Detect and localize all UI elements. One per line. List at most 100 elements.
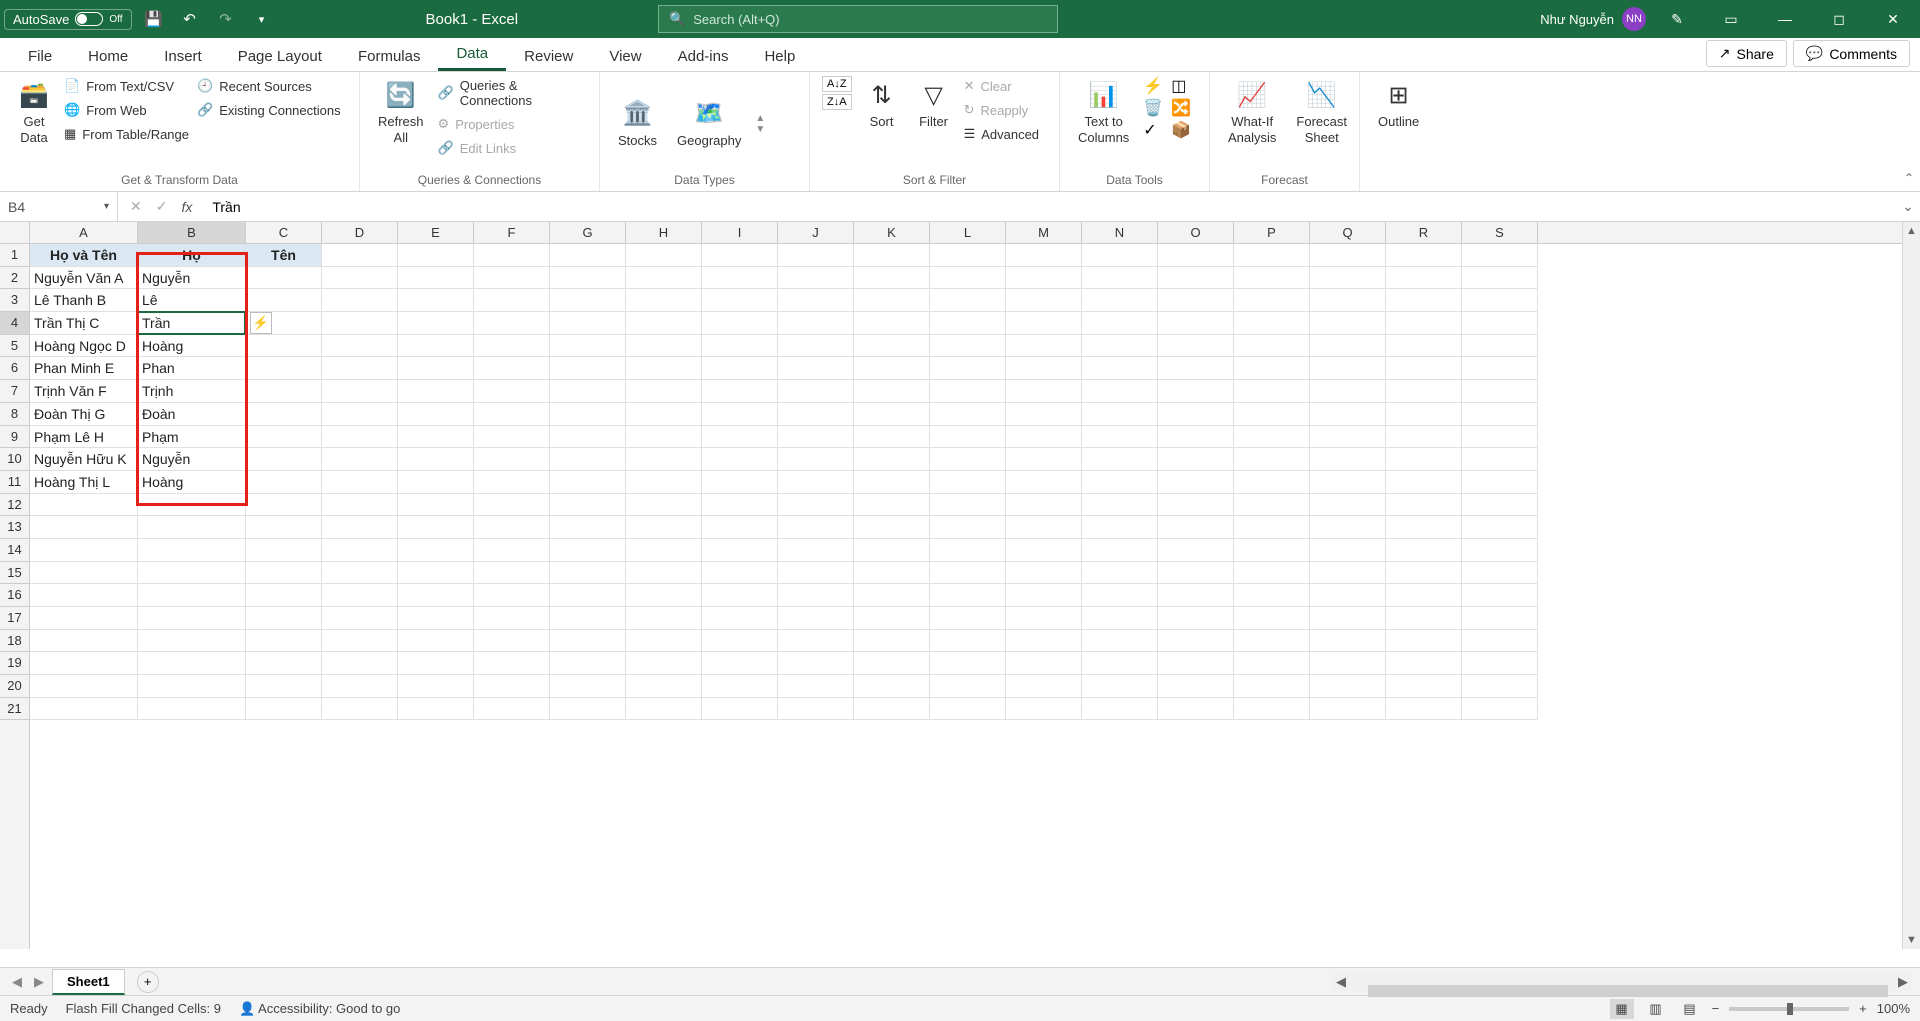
cell[interactable] [778,471,854,494]
cell[interactable] [1006,244,1082,267]
page-layout-view-icon[interactable]: ▥ [1644,999,1668,1019]
cell[interactable]: Trịnh [138,380,246,403]
cell[interactable] [1386,652,1462,675]
cell[interactable] [1158,584,1234,607]
cell[interactable] [1006,516,1082,539]
cell[interactable] [702,448,778,471]
cell[interactable] [854,448,930,471]
forecast-sheet-button[interactable]: 📉Forecast Sheet [1290,76,1353,149]
cell[interactable] [1462,380,1538,403]
cell[interactable] [778,357,854,380]
cell[interactable] [1082,335,1158,358]
cell[interactable] [1386,562,1462,585]
cell[interactable] [930,357,1006,380]
tab-insert[interactable]: Insert [146,42,220,71]
cell[interactable] [322,698,398,721]
cell[interactable] [626,675,702,698]
cell[interactable] [1158,471,1234,494]
remove-dup-icon[interactable]: 🗑️ [1143,98,1163,118]
cell[interactable] [1082,675,1158,698]
cell[interactable] [854,539,930,562]
cell[interactable] [1082,584,1158,607]
cell[interactable] [1158,380,1234,403]
cell[interactable] [930,289,1006,312]
cell[interactable] [246,698,322,721]
cell[interactable] [550,426,626,449]
filter-button[interactable]: ▽Filter [912,76,956,134]
row-header[interactable]: 10 [0,448,29,471]
cell[interactable] [398,244,474,267]
cell[interactable] [1234,584,1310,607]
cell[interactable]: Phạm [138,426,246,449]
row-header[interactable]: 15 [0,562,29,585]
cell[interactable] [1082,516,1158,539]
row-header[interactable]: 17 [0,607,29,630]
cell[interactable] [930,607,1006,630]
cell[interactable] [626,380,702,403]
share-button[interactable]: ↗Share [1706,40,1787,67]
cell[interactable] [30,516,138,539]
cell[interactable] [702,289,778,312]
cell[interactable] [930,584,1006,607]
cell[interactable] [1386,289,1462,312]
cell[interactable] [398,289,474,312]
cell[interactable] [626,494,702,517]
cell[interactable] [626,357,702,380]
cell[interactable] [322,471,398,494]
cell[interactable]: Nguyễn [138,267,246,290]
cell[interactable] [474,426,550,449]
cell[interactable] [138,698,246,721]
cell[interactable]: Nguyễn Hữu K [30,448,138,471]
cell[interactable] [1006,426,1082,449]
comments-button[interactable]: 💬Comments [1793,40,1910,67]
cell[interactable] [246,652,322,675]
cell[interactable] [1310,675,1386,698]
cell[interactable] [138,494,246,517]
cell[interactable] [1310,652,1386,675]
cell[interactable] [778,267,854,290]
column-header[interactable]: N [1082,222,1158,243]
cell[interactable] [702,562,778,585]
autosave-toggle[interactable]: AutoSave Off [4,9,132,30]
cell[interactable] [138,652,246,675]
cell[interactable] [1386,607,1462,630]
cell[interactable] [854,698,930,721]
cell[interactable] [1082,267,1158,290]
cell[interactable] [702,335,778,358]
cell[interactable] [930,312,1006,335]
cell[interactable] [246,335,322,358]
cell[interactable] [778,607,854,630]
cell[interactable] [550,357,626,380]
vertical-scrollbar[interactable]: ▲ ▼ [1902,222,1920,949]
data-valid-icon[interactable]: ✓ [1143,120,1163,140]
cell[interactable] [1234,471,1310,494]
cell[interactable] [1082,312,1158,335]
cell[interactable] [322,675,398,698]
stocks-button[interactable]: 🏛️Stocks [612,95,663,153]
cell[interactable] [550,630,626,653]
cell[interactable] [30,607,138,630]
fx-icon[interactable]: fx [181,199,192,215]
sheet-tab[interactable]: Sheet1 [52,969,125,995]
cell[interactable] [1462,584,1538,607]
scroll-down-icon[interactable]: ▼ [1903,931,1920,949]
cell[interactable] [1386,675,1462,698]
column-header[interactable]: S [1462,222,1538,243]
cell[interactable] [322,562,398,585]
add-sheet-button[interactable]: + [137,971,159,993]
cell[interactable] [778,494,854,517]
column-header[interactable]: D [322,222,398,243]
cell[interactable] [854,516,930,539]
cell[interactable] [474,584,550,607]
cell[interactable] [550,698,626,721]
advanced-button[interactable]: ☰Advanced [964,124,1039,144]
cell[interactable] [1006,267,1082,290]
cell[interactable] [1082,380,1158,403]
collapse-ribbon-icon[interactable]: ⌃ [1904,171,1914,185]
column-header[interactable]: M [1006,222,1082,243]
expand-formula-icon[interactable]: ⌄ [1896,198,1920,215]
cell[interactable] [30,494,138,517]
close-icon[interactable]: ✕ [1870,0,1916,38]
cell[interactable] [778,652,854,675]
cell[interactable] [854,267,930,290]
